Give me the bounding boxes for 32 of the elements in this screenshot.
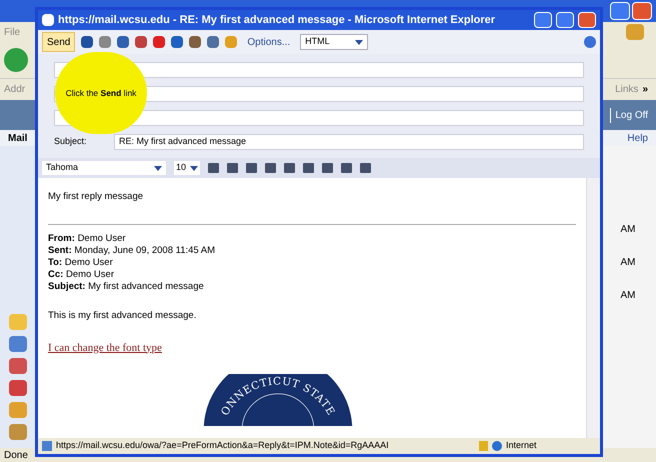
time-text: AM xyxy=(620,223,636,237)
reply-text: My first reply message xyxy=(48,190,144,204)
send-button[interactable]: Send xyxy=(42,32,76,52)
address-label: Addr xyxy=(4,83,26,97)
header-line: To: Demo User xyxy=(48,257,114,270)
caret-icon xyxy=(154,166,162,170)
callout-text: Click the Send link xyxy=(66,88,136,98)
status-text: Done xyxy=(4,448,28,462)
nav-item[interactable]: Mail xyxy=(8,130,28,146)
font-link[interactable]: I can change the font type xyxy=(48,340,162,356)
header-line: Subject: My first advanced message xyxy=(48,281,205,294)
zone-text: Internet xyxy=(506,439,538,452)
subject-field[interactable]: RE: My first advanced message xyxy=(114,134,584,150)
header-line: Sent: Monday, June 09, 2008 11:45 AM xyxy=(48,245,216,258)
size-dropdown[interactable]: 10 xyxy=(174,161,200,175)
header-line: From: Demo User xyxy=(48,233,127,246)
original-text: This is my first advanced message. xyxy=(48,309,198,324)
format-dropdown[interactable]: HTML xyxy=(300,34,368,50)
time-text: AM xyxy=(620,289,636,303)
chevron-text[interactable]: » xyxy=(642,82,648,97)
caret-icon xyxy=(190,166,198,170)
logoff-link[interactable]: Log Off xyxy=(610,108,648,122)
scrollbar[interactable] xyxy=(586,178,600,438)
status-url: https://mail.wcsu.edu/owa/?ae=PreFormAction&a=Reply&t=IPM.Note&id=RgAAAAI xyxy=(56,439,386,452)
font-dropdown[interactable]: Tahoma xyxy=(42,161,166,175)
options-button[interactable]: Options... xyxy=(243,34,294,50)
header-line: Cc: Demo User xyxy=(48,269,115,282)
time-text: AM xyxy=(620,256,636,270)
subject-label: Subject: xyxy=(54,135,88,148)
help-link[interactable]: Help xyxy=(627,130,648,146)
window-title: https://mail.wcsu.edu - RE: My first advanced message - Microsoft Internet Explorer xyxy=(58,12,496,28)
caret-icon xyxy=(355,40,364,44)
